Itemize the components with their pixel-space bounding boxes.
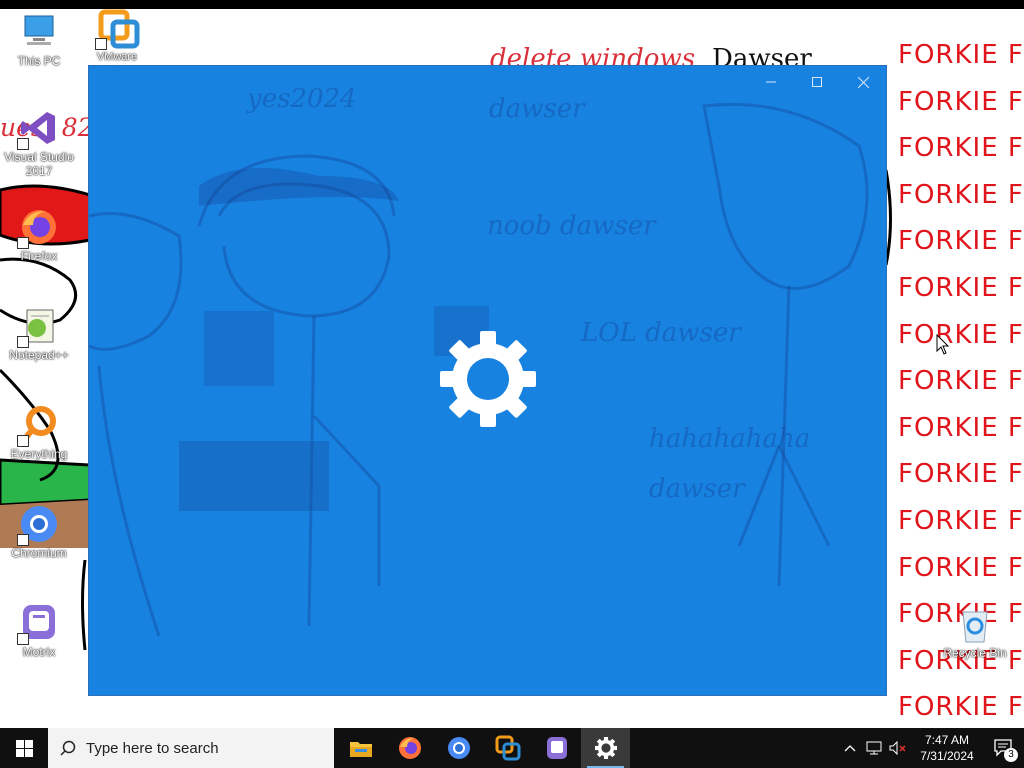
desktop-icon-motrix[interactable]: Motrix xyxy=(0,603,78,659)
wallpaper-forkie-text: FORKIE F xyxy=(898,505,1024,536)
ghost-text-noob: noob dawser xyxy=(487,211,656,241)
desktop-icon-label: Recycle Bin xyxy=(943,646,1007,660)
desktop-icon-firefox[interactable]: Firefox xyxy=(0,207,78,263)
minimize-button[interactable] xyxy=(748,66,794,98)
firefox-icon xyxy=(398,737,421,759)
search-placeholder: Type here to search xyxy=(86,739,219,757)
shortcut-arrow-icon xyxy=(17,435,29,447)
desktop-icon-this-pc[interactable]: This PC xyxy=(0,12,78,68)
ghost-text-lol: LOL dawser xyxy=(581,318,741,348)
mouse-cursor-icon xyxy=(936,334,950,355)
wallpaper-forkie-text: FORKIE F xyxy=(898,459,1024,490)
wallpaper-forkie-text: FORKIE F xyxy=(898,40,1024,70)
wallpaper-forkie-text: FORKIE F xyxy=(898,86,1024,117)
desktop-icon-label: Chromium xyxy=(11,546,67,560)
minimize-icon xyxy=(766,81,776,83)
wallpaper-forkie-text: FORKIE F xyxy=(898,319,1024,350)
desktop-icon-label: Firefox xyxy=(20,249,58,263)
vmware-icon xyxy=(495,735,520,761)
system-tray: 7:47 AM 7/31/2024 3 xyxy=(838,728,1024,768)
close-icon xyxy=(857,76,869,88)
close-button[interactable] xyxy=(840,66,886,98)
desktop-icon-chromium[interactable]: Chromium xyxy=(0,504,78,560)
desktop-icon-label: This PC xyxy=(17,54,61,68)
ghost-text-yes: yes2024 xyxy=(247,84,357,114)
taskbar-settings[interactable] xyxy=(581,728,630,768)
recycle-bin-icon xyxy=(955,604,995,644)
desktop-icon-visual-studio[interactable]: Visual Studio 2017 xyxy=(0,108,78,178)
taskbar-motrix[interactable] xyxy=(532,728,581,768)
wallpaper-forkie-text: FORKIE F xyxy=(898,226,1024,257)
chromium-icon xyxy=(447,737,470,759)
taskbar: Type here to search 7:47 AM 7/31/2024 3 xyxy=(0,728,1024,768)
clock-time: 7:47 AM xyxy=(924,733,970,747)
window-controls xyxy=(748,66,886,98)
maximize-icon xyxy=(812,77,822,87)
wallpaper-forkie-text: FORKIE F xyxy=(898,133,1024,164)
shortcut-arrow-icon xyxy=(17,237,29,249)
desktop-icon-everything[interactable]: Everything xyxy=(0,405,78,461)
shortcut-arrow-icon xyxy=(17,534,29,546)
wallpaper-forkie-text: FORKIE F xyxy=(898,692,1024,723)
visual-studio-icon xyxy=(17,108,59,150)
motrix-icon xyxy=(546,737,567,759)
maximize-button[interactable] xyxy=(794,66,840,98)
volume-muted-icon xyxy=(889,741,906,755)
desktop-icon-notepadpp[interactable]: Notepad++ xyxy=(0,306,78,362)
desktop-icon-label: Motrix xyxy=(22,645,56,659)
chevron-up-icon xyxy=(844,745,856,752)
ghost-text-dawser: dawser xyxy=(489,94,585,124)
wallpaper-forkie-text: FORKIE F xyxy=(898,179,1024,210)
firefox-icon xyxy=(17,207,59,249)
taskbar-search-box[interactable]: Type here to search xyxy=(48,728,334,768)
settings-splash-window[interactable]: yes2024 dawser noob dawser LOL dawser ha… xyxy=(89,66,886,695)
shortcut-arrow-icon xyxy=(17,633,29,645)
gear-icon xyxy=(594,737,617,759)
windows-logo-icon xyxy=(15,739,33,757)
tray-volume[interactable] xyxy=(886,728,910,768)
wallpaper-forkie-text: FORKIE F xyxy=(898,412,1024,443)
shortcut-arrow-icon xyxy=(17,138,29,150)
wallpaper-forkie-text: FORKIE F xyxy=(898,272,1024,303)
shortcut-arrow-icon xyxy=(17,336,29,348)
monitor-icon xyxy=(19,12,59,52)
wallpaper-forkie-text: FORKIE F xyxy=(898,552,1024,583)
desktop-icon-label: Visual Studio 2017 xyxy=(4,150,74,178)
taskbar-firefox[interactable] xyxy=(385,728,434,768)
desktop-icon-label: Everything xyxy=(10,447,68,461)
start-button[interactable] xyxy=(0,728,48,768)
taskbar-file-explorer[interactable] xyxy=(336,728,385,768)
vmware-icon xyxy=(95,8,140,50)
ghost-text-haha: hahahahaha xyxy=(649,424,811,454)
folder-icon xyxy=(349,742,372,757)
network-icon xyxy=(866,741,882,755)
search-icon xyxy=(60,740,76,756)
wallpaper-forkie-text: FORKIE F xyxy=(898,366,1024,397)
tray-overflow-button[interactable] xyxy=(838,728,862,768)
chromium-icon xyxy=(17,504,59,546)
gear-icon xyxy=(440,331,536,427)
taskbar-chromium[interactable] xyxy=(434,728,483,768)
action-center-button[interactable]: 3 xyxy=(984,728,1024,768)
notepadpp-icon xyxy=(17,306,59,348)
ghost-text-dawser-2: dawser xyxy=(649,474,745,504)
desktop-icon-recycle-bin[interactable]: Recycle Bin xyxy=(936,604,1014,660)
notification-count-badge: 3 xyxy=(1004,748,1018,762)
clock-date: 7/31/2024 xyxy=(920,749,974,763)
tray-network[interactable] xyxy=(862,728,886,768)
everything-search-icon xyxy=(17,405,59,447)
taskbar-clock[interactable]: 7:47 AM 7/31/2024 xyxy=(910,732,984,764)
desktop-icon-label: Notepad++ xyxy=(9,348,69,362)
motrix-icon xyxy=(17,603,59,645)
shortcut-arrow-icon xyxy=(95,38,107,50)
taskbar-vmware[interactable] xyxy=(483,728,532,768)
